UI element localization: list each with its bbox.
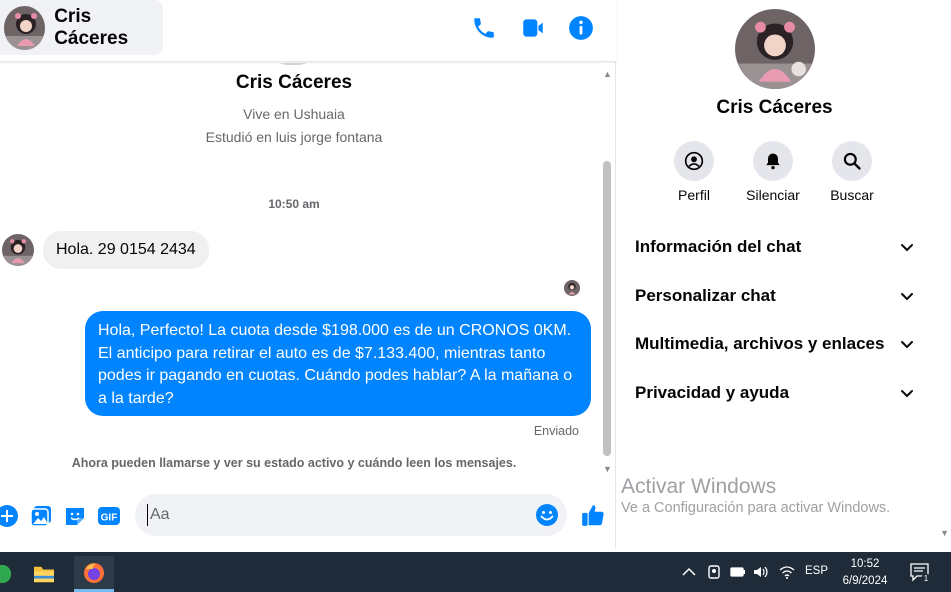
chevron-down-icon <box>901 390 913 398</box>
section-privacy-help-label: Privacidad y ayuda <box>635 383 790 402</box>
contact-avatar[interactable] <box>4 5 46 50</box>
info-panel: Cris Cáceres Perfil Silenciar Buscar Inf… <box>617 0 951 549</box>
seen-receipt-avatar <box>564 280 580 296</box>
clock-date: 6/9/2024 <box>842 575 888 587</box>
scroll-down-arrow-icon[interactable]: ▼ <box>602 464 613 475</box>
chevron-down-icon <box>901 244 913 252</box>
profile-name: Cris Cáceres <box>235 72 353 93</box>
section-customize-chat[interactable]: Personalizar chat <box>635 281 915 311</box>
battery-icon[interactable] <box>729 563 747 581</box>
browser-icon <box>0 564 12 584</box>
emoji-icon[interactable] <box>535 503 559 527</box>
language-indicator[interactable]: ESP <box>805 565 828 577</box>
meet-now-icon[interactable] <box>705 563 723 581</box>
folder-icon <box>34 566 54 583</box>
mute-action-button[interactable] <box>753 141 793 181</box>
profile-icon <box>684 151 704 171</box>
search-action-label: Buscar <box>830 187 874 203</box>
gif-icon[interactable]: GIF <box>97 504 121 528</box>
message-input-box[interactable] <box>135 494 567 536</box>
message-scrollbar[interactable]: ▲ ▼ <box>600 63 615 483</box>
outgoing-message-bubble[interactable]: Hola, Perfecto! La cuota desde $198.000 … <box>85 311 591 416</box>
section-privacy-help[interactable]: Privacidad y ayuda <box>635 378 915 408</box>
profile-action-label: Perfil <box>678 187 710 203</box>
firefox-icon <box>84 562 104 583</box>
chat-pane: Cris Cáceres Cris Cáceres Vive en Ushuai… <box>0 0 616 549</box>
composer: GIF <box>0 490 616 545</box>
add-icon[interactable] <box>0 504 19 528</box>
incoming-message-bubble[interactable]: Hola. 29 0154 2434 <box>43 231 209 269</box>
profile-avatar-partial <box>273 63 313 65</box>
chevron-down-icon <box>901 293 913 301</box>
sticker-icon[interactable] <box>63 504 87 528</box>
search-action[interactable]: Buscar <box>817 141 887 203</box>
image-icon[interactable] <box>29 504 53 528</box>
video-icon[interactable] <box>520 15 546 41</box>
wifi-icon[interactable] <box>778 563 796 581</box>
profile-action-button[interactable] <box>674 141 714 181</box>
volume-icon[interactable] <box>752 563 770 581</box>
notification-icon[interactable]: 1 <box>909 561 931 583</box>
chevron-down-icon <box>901 341 913 349</box>
activation-watermark-subtitle: Ve a Configuración para activar Windows. <box>621 500 891 516</box>
message-list[interactable]: Cris Cáceres Vive en Ushuaia Estudió en … <box>0 63 600 483</box>
search-icon <box>843 152 861 170</box>
system-clock[interactable]: 10:52 6/9/2024 <box>836 556 894 590</box>
mute-action-label: Silenciar <box>746 187 800 203</box>
bell-icon <box>766 153 780 170</box>
clock-time: 10:52 <box>850 558 880 570</box>
info-name: Cris Cáceres <box>716 97 833 118</box>
message-input[interactable] <box>147 504 517 526</box>
section-media-files[interactable]: Multimedia, archivos y enlaces <box>635 329 915 359</box>
contact-name: Cris Cáceres <box>54 5 129 49</box>
search-action-button[interactable] <box>832 141 872 181</box>
profile-action[interactable]: Perfil <box>659 141 729 203</box>
activation-watermark-title: Activar Windows <box>621 475 777 498</box>
section-chat-info-label: Información del chat <box>635 237 802 256</box>
gif-label: GIF <box>101 513 118 524</box>
taskbar-app-firefox[interactable] <box>74 556 114 592</box>
section-chat-info[interactable]: Información del chat <box>635 232 915 262</box>
taskbar-app-edge[interactable] <box>0 556 22 592</box>
scroll-down-arrow-icon[interactable]: ▼ <box>940 528 949 538</box>
phone-icon[interactable] <box>471 15 497 41</box>
chat-header: Cris Cáceres <box>0 0 616 62</box>
info-icon[interactable] <box>568 15 594 41</box>
section-customize-chat-label: Personalizar chat <box>635 286 776 305</box>
thumbs-up-icon[interactable] <box>580 502 606 528</box>
sender-avatar[interactable] <box>2 234 34 266</box>
sent-status: Enviado <box>533 424 579 438</box>
incoming-message-row: Hola. 29 0154 2434 <box>2 231 209 269</box>
contact-chip[interactable]: Cris Cáceres <box>0 0 163 55</box>
section-media-files-label: Multimedia, archivos y enlaces <box>635 334 885 353</box>
chevron-up-icon[interactable] <box>680 563 698 581</box>
time-separator: 10:50 am <box>268 197 320 211</box>
info-avatar[interactable] <box>735 9 815 89</box>
scrollbar-thumb[interactable] <box>603 161 611 456</box>
call-notice: Ahora pueden llamarse y ver su estado ac… <box>71 456 517 470</box>
profile-education: Estudió en luis jorge fontana <box>205 129 383 145</box>
profile-location: Vive en Ushuaia <box>243 106 345 122</box>
mute-action[interactable]: Silenciar <box>738 141 808 203</box>
taskbar: ESP 10:52 6/9/2024 1 <box>0 552 951 592</box>
taskbar-app-explorer[interactable] <box>24 556 64 592</box>
notification-count: 1 <box>924 574 929 583</box>
scroll-up-arrow-icon[interactable]: ▲ <box>602 69 613 80</box>
